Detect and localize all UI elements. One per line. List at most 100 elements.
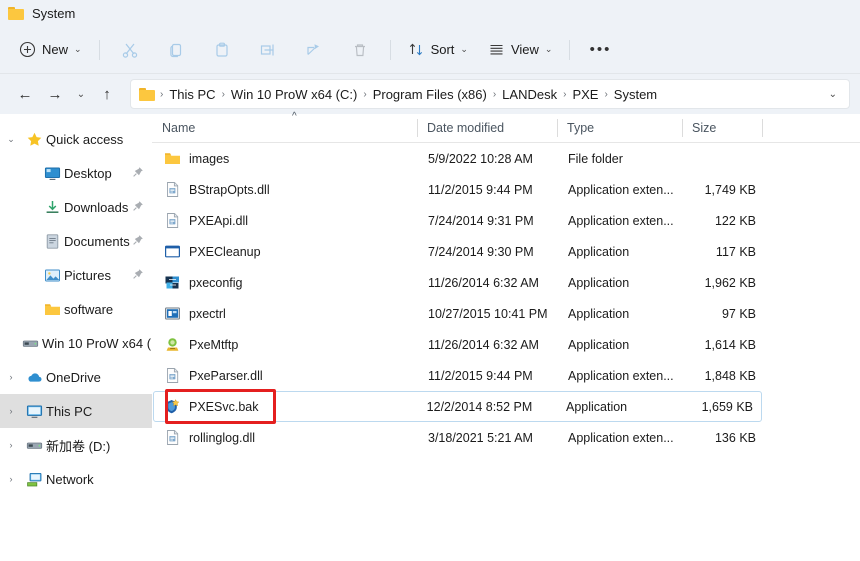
chevron-down-icon: ⌄	[74, 44, 82, 54]
up-button[interactable]: ↑	[92, 79, 122, 109]
column-header-name-label: Name	[162, 121, 196, 135]
column-header-name[interactable]: Name ^	[152, 111, 417, 142]
chevron-right-icon[interactable]: ›	[0, 440, 22, 450]
sidebar-item-downloads[interactable]: Downloads	[0, 190, 152, 224]
pin-icon[interactable]	[132, 268, 144, 283]
breadcrumb-item-1[interactable]: Win 10 ProW x64 (C:)	[226, 85, 362, 104]
recent-locations-button[interactable]: ⌄	[70, 79, 92, 109]
table-row[interactable]: PXESvc.bak 12/2/2014 8:52 PM Application 1,…	[153, 391, 762, 422]
sidebar-item-network[interactable]: › Network	[0, 462, 152, 496]
sort-button[interactable]: Sort ⌄	[399, 34, 477, 66]
column-header-type[interactable]: Type	[557, 114, 682, 142]
breadcrumb-item-0[interactable]: This PC	[164, 85, 220, 104]
cut-icon	[122, 43, 137, 58]
breadcrumb-item-3[interactable]: LANDesk	[497, 85, 562, 104]
delete-icon	[354, 43, 365, 56]
pin-icon[interactable]	[132, 234, 144, 249]
file-name: pxeconfig	[189, 275, 243, 290]
table-row[interactable]: rollinglog.dll 3/18/2021 5:21 AM Applicati…	[153, 422, 859, 453]
sidebar-item-win-10-prow-x64[interactable]: Win 10 ProW x64 (	[0, 326, 152, 360]
see-more-button[interactable]: •••	[578, 34, 622, 66]
sort-icon	[409, 43, 422, 56]
back-button[interactable]: ←	[10, 79, 40, 109]
table-row[interactable]: images 5/9/2022 10:28 AM File folder	[153, 143, 859, 174]
table-row[interactable]: PXECleanup 7/24/2014 9:30 PM Application 11…	[153, 236, 859, 267]
sidebar-item-quick-access[interactable]: ⌄ Quick access	[0, 122, 152, 156]
file-date-modified: 11/2/2015 9:44 PM	[428, 368, 533, 383]
breadcrumb-item-4[interactable]: PXE	[567, 85, 603, 104]
file-size: 1,659 KB	[701, 399, 753, 414]
column-header-end	[762, 114, 772, 142]
chevron-right-icon[interactable]: ›	[0, 406, 22, 416]
table-row[interactable]: BStrapOpts.dll 11/2/2015 9:44 PM Applicati…	[153, 174, 859, 205]
table-row[interactable]: pxeconfig 11/26/2014 6:32 AM Application 1,…	[153, 267, 859, 298]
sidebar-item-onedrive[interactable]: › OneDrive	[0, 360, 152, 394]
breadcrumb-item-5[interactable]: System	[609, 85, 662, 104]
breadcrumb[interactable]: › This PC › Win 10 ProW x64 (C:) › Progr…	[130, 79, 850, 109]
sidebar-item-this-pc[interactable]: › This PC	[0, 394, 152, 428]
file-name-cell: PXEApi.dll	[154, 206, 419, 235]
sidebar-item-label: This PC	[46, 403, 93, 419]
copy-button[interactable]	[154, 34, 198, 66]
sidebar-item-label: Downloads	[64, 199, 129, 215]
explorer-body: ⌄ Quick access Desktop Downloads Documents Pi…	[0, 111, 860, 561]
sidebar-item-documents[interactable]: Documents	[0, 224, 152, 258]
nav-icon-wrap	[40, 301, 64, 318]
sidebar-item-desktop[interactable]: Desktop	[0, 156, 152, 190]
column-header-size-label: Size	[692, 121, 717, 135]
dll-icon	[164, 181, 181, 198]
folder-icon	[8, 5, 25, 22]
paste-button[interactable]	[200, 34, 244, 66]
sidebar-item-label: OneDrive	[46, 369, 101, 385]
pin-icon[interactable]	[132, 166, 144, 181]
nav-icon-wrap	[22, 403, 46, 420]
share-button[interactable]	[292, 34, 336, 66]
file-name-cell: images	[154, 144, 419, 173]
forward-button[interactable]: →	[40, 79, 70, 109]
chevron-right-icon[interactable]: ›	[0, 372, 22, 382]
table-row[interactable]: PxeMtftp 11/26/2014 6:32 AM Application 1,6…	[153, 329, 859, 360]
column-header-size[interactable]: Size	[682, 114, 762, 142]
table-row[interactable]: PXEApi.dll 7/24/2014 9:31 PM Application e…	[153, 205, 859, 236]
sidebar-item-pictures[interactable]: Pictures	[0, 258, 152, 292]
table-row[interactable]: pxectrl 10/27/2015 10:41 PM Application 97 …	[153, 298, 859, 329]
rename-button[interactable]	[246, 34, 290, 66]
file-size: 122 KB	[714, 213, 756, 228]
dll-icon	[164, 367, 181, 384]
breadcrumb-dropdown-icon[interactable]: ⌄	[829, 89, 843, 100]
sidebar-item-d[interactable]: › 新加卷 (D:)	[0, 428, 152, 462]
share-icon	[306, 43, 319, 55]
new-button[interactable]: New ⌄	[10, 34, 91, 66]
file-type: Application exten...	[568, 368, 674, 383]
chevron-right-icon[interactable]: ›	[0, 474, 22, 484]
toolbar-divider-2	[389, 39, 391, 60]
star-icon	[26, 131, 43, 148]
downloads-icon	[44, 199, 61, 216]
table-row[interactable]: PxeParser.dll 11/2/2015 9:44 PM Applicatio…	[153, 360, 859, 391]
file-date-modified: 11/26/2014 6:32 AM	[428, 337, 539, 352]
folder-icon	[44, 301, 61, 318]
copy-icon	[169, 43, 181, 57]
pin-icon[interactable]	[132, 200, 144, 215]
breadcrumb-item-2[interactable]: Program Files (x86)	[368, 85, 492, 104]
file-date-modified: 3/18/2021 5:21 AM	[428, 430, 533, 445]
title-bar: System	[0, 0, 860, 26]
drive-icon	[26, 437, 43, 454]
plus-circle-icon	[19, 41, 36, 58]
view-button[interactable]: View ⌄	[479, 34, 562, 66]
window-app-icon	[164, 243, 181, 260]
chevron-down-icon[interactable]: ⌄	[0, 134, 22, 145]
file-type: Application	[568, 306, 630, 321]
cut-button[interactable]	[108, 34, 152, 66]
file-name-cell: PXESvc.bak	[154, 392, 418, 421]
delete-button[interactable]	[338, 34, 382, 66]
address-bar: ← → ⌄ ↑ › This PC › Win 10 ProW x64 (C:)…	[0, 74, 860, 114]
sidebar-item-software[interactable]: software	[0, 292, 152, 326]
paste-icon	[215, 42, 228, 57]
nav-icon-wrap	[40, 165, 64, 182]
sidebar-item-label: Pictures	[64, 267, 111, 283]
file-size: 97 KB	[721, 306, 756, 321]
column-header-date-modified[interactable]: Date modified	[417, 114, 557, 142]
thispc-icon	[26, 403, 43, 420]
file-size: 1,614 KB	[704, 337, 756, 352]
